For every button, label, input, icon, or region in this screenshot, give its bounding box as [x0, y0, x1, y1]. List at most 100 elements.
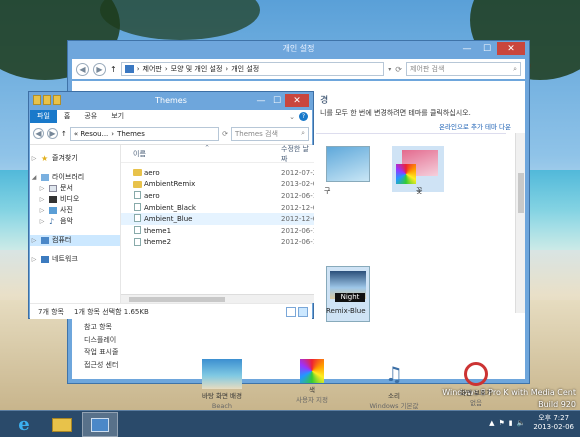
maximize-button[interactable]: ☐: [477, 42, 497, 55]
palm-leaves-top: [100, 0, 260, 40]
tab-file[interactable]: 파일: [30, 110, 57, 123]
up-arrow-icon[interactable]: ↑: [110, 65, 117, 74]
file-row[interactable]: aero 2012-06-1: [121, 190, 314, 202]
breadcrumb[interactable]: › 제어판 › 모양 및 개인 설정 › 개인 설정: [120, 62, 385, 76]
file-date: 2012-06-1: [281, 226, 314, 235]
pane-title: 경: [320, 96, 329, 106]
close-button[interactable]: ✕: [285, 94, 309, 107]
breadcrumb-item[interactable]: Themes: [117, 130, 145, 138]
flag-icon[interactable]: ⚑: [498, 419, 504, 427]
star-icon: ★: [41, 154, 49, 163]
search-input[interactable]: Themes 검색 ⌕: [231, 126, 309, 141]
nav-network[interactable]: ▷ 네트워크: [30, 254, 120, 265]
forward-arrow-icon[interactable]: ▶: [47, 128, 58, 139]
column-headers: 이름 ^ 수정한 날짜: [121, 145, 314, 163]
breadcrumb-item[interactable]: « Resou...: [74, 130, 108, 138]
nav-music[interactable]: ▷ ♪ 음악: [30, 216, 120, 227]
display-link[interactable]: 디스플레이: [84, 334, 118, 347]
network-tray-icon[interactable]: ▮: [509, 419, 513, 427]
theme-item[interactable]: 꽃: [392, 146, 444, 195]
theme-list-scrollbar[interactable]: [515, 133, 525, 313]
file-date: 2012-12-0: [281, 215, 314, 224]
file-row[interactable]: Ambient_Black 2012-12-0: [121, 202, 314, 214]
nav-videos[interactable]: ▷ 비디오: [30, 194, 120, 205]
file-row[interactable]: AmbientRemix 2013-02-0: [121, 179, 314, 191]
nav-libraries[interactable]: ◢ 라이브러리: [30, 172, 120, 183]
clock-time: 오후 7:27: [538, 414, 570, 422]
videos-icon: [49, 196, 57, 203]
help-icon[interactable]: ?: [299, 112, 308, 121]
taskbar-link[interactable]: 작업 표시줄: [84, 346, 118, 359]
column-date[interactable]: 수정한 날짜: [281, 145, 314, 164]
personalization-titlebar[interactable]: 개인 설정 — ☐ ✕: [68, 41, 529, 57]
details-view-icon[interactable]: [286, 306, 296, 317]
internet-explorer-icon[interactable]: e: [6, 412, 42, 437]
file-row[interactable]: theme2 2012-06-1: [121, 237, 314, 249]
color-setting[interactable]: 색 사용자 지정: [272, 359, 352, 405]
nav-pictures[interactable]: ▷ 사진: [30, 205, 120, 216]
see-also-links: 참고 항목 디스플레이 작업 표시줄 접근성 센터: [84, 321, 118, 371]
documents-icon: [49, 185, 57, 192]
column-name[interactable]: 이름: [133, 149, 146, 159]
theme-label: 구: [324, 187, 331, 195]
control-panel-taskbar-icon[interactable]: [82, 412, 118, 437]
file-explorer-taskbar-icon[interactable]: [44, 412, 80, 437]
volume-icon[interactable]: 🔈: [517, 419, 526, 427]
breadcrumb-item[interactable]: 모양 및 개인 설정: [171, 64, 223, 74]
navigation-pane: ▷ ★ 즐겨찾기 ◢ 라이브러리 ▷ 문서 ▷ 비디오 ▷ 사진 ▷ ♪ 음악 ▷ …: [30, 145, 121, 303]
file-row[interactable]: aero 2012-07-2: [121, 167, 314, 179]
tab-share[interactable]: 공유: [77, 110, 104, 123]
back-arrow-icon[interactable]: ◀: [33, 128, 44, 139]
theme-item[interactable]: 구: [324, 146, 378, 195]
night-badge: Night: [335, 293, 365, 302]
large-icons-view-icon[interactable]: [298, 306, 308, 317]
file-name: Ambient_Black: [144, 203, 196, 212]
refresh-icon[interactable]: ⟳: [395, 65, 402, 74]
color-wheel-icon: [396, 164, 416, 184]
sounds-setting[interactable]: ♫ 소리 Windows 기본값: [354, 359, 434, 411]
nav-favorites[interactable]: ▷ ★ 즐겨찾기: [30, 153, 120, 164]
tab-home[interactable]: 홈: [57, 110, 77, 123]
close-button[interactable]: ✕: [497, 42, 525, 55]
minimize-button[interactable]: —: [457, 42, 477, 55]
expand-ribbon-icon[interactable]: ⌄: [289, 113, 295, 121]
file-row[interactable]: theme1 2012-06-1: [121, 225, 314, 237]
desktop-background-setting[interactable]: 바탕 화면 배경 Beach: [182, 359, 262, 411]
selection-info: 1개 항목 선택함 1.65KB: [74, 307, 149, 316]
horizontal-scrollbar[interactable]: [121, 294, 314, 303]
back-arrow-icon[interactable]: ◀: [76, 62, 89, 76]
nav-computer[interactable]: ▷ 컴퓨터: [30, 235, 120, 246]
refresh-icon[interactable]: ⟳: [222, 130, 228, 138]
breadcrumb-item[interactable]: 제어판: [143, 64, 162, 74]
folder-icon: [133, 169, 142, 176]
file-name: AmbientRemix: [144, 180, 196, 189]
forward-arrow-icon[interactable]: ▶: [93, 62, 106, 76]
file-row[interactable]: Ambient_Blue 2012-12-0: [121, 213, 314, 225]
online-themes-link[interactable]: 온라인으로 추가 테마 다운: [439, 121, 511, 131]
address-bar: ◀ ▶ ↑ « Resou... › Themes ⟳ Themes 검색 ⌕: [30, 123, 312, 145]
breadcrumb-item[interactable]: 개인 설정: [231, 64, 259, 74]
file-date: 2013-02-0: [281, 180, 314, 189]
up-arrow-icon[interactable]: ↑: [61, 130, 67, 138]
network-icon: [41, 256, 49, 263]
minimize-button[interactable]: —: [253, 94, 269, 107]
ease-of-access-link[interactable]: 접근성 센터: [84, 359, 118, 372]
theme-list: 구 꽃 Night Remix-Blue: [316, 133, 506, 322]
clock[interactable]: 오후 7:27 2013-02-06: [533, 414, 574, 432]
screensaver-setting[interactable]: 화면 보호기 없음: [436, 359, 516, 408]
breadcrumb[interactable]: « Resou... › Themes: [69, 126, 220, 141]
control-panel-icon: [124, 65, 134, 73]
theme-item-selected[interactable]: Night Remix-Blue: [326, 266, 370, 322]
maximize-button[interactable]: ☐: [269, 94, 285, 107]
file-list: 이름 ^ 수정한 날짜 aero 2012-07-2 AmbientRemix 201…: [121, 145, 314, 303]
theme-file-icon: [134, 225, 141, 234]
explorer-titlebar[interactable]: Themes — ☐ ✕: [29, 92, 313, 110]
file-date: 2012-12-0: [281, 203, 314, 212]
file-date: 2012-06-1: [281, 238, 314, 247]
show-hidden-icons-icon[interactable]: ▲: [489, 419, 494, 427]
search-input[interactable]: 제어판 검색 ⌕: [406, 62, 521, 76]
nav-documents[interactable]: ▷ 문서: [30, 183, 120, 194]
theme-file-icon: [134, 191, 141, 200]
dropdown-icon[interactable]: ▾: [388, 66, 391, 73]
tab-view[interactable]: 보기: [104, 110, 131, 123]
